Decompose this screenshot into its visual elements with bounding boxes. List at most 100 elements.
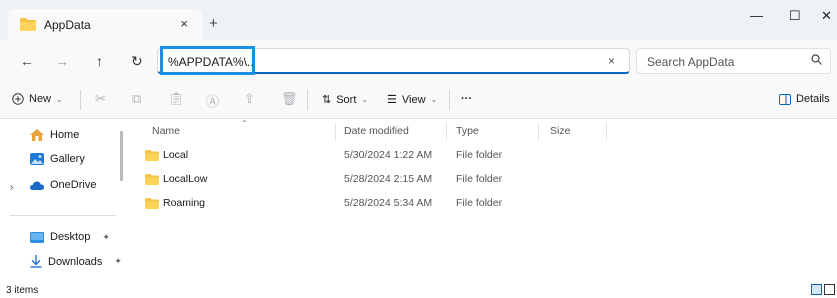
sidebar-item-gallery[interactable]: Gallery: [30, 153, 85, 165]
more-options-button[interactable]: ···: [461, 93, 472, 105]
share-icon[interactable]: ⇪: [244, 91, 255, 107]
column-header-type[interactable]: Type: [456, 125, 479, 137]
sidebar-divider: [10, 215, 116, 216]
cloud-icon: [30, 181, 44, 190]
sidebar-item-label: Home: [50, 129, 80, 141]
address-bar[interactable]: %APPDATA%\.. ×: [157, 46, 630, 75]
address-input[interactable]: %APPDATA%\..: [168, 55, 254, 69]
title-bar: AppData × + — ☐ ✕: [0, 0, 837, 40]
view-lines-icon: ☰: [387, 94, 397, 106]
name-cell: LocalLow: [145, 173, 207, 185]
column-divider[interactable]: [538, 123, 539, 140]
type-cell: File folder: [456, 197, 503, 209]
chevron-down-icon: ⌄: [430, 95, 438, 104]
column-divider[interactable]: [446, 123, 447, 140]
view-button[interactable]: ☰ View ⌄: [387, 93, 438, 107]
toolbar-divider: [449, 90, 450, 110]
sort-label: Sort: [336, 93, 357, 106]
delete-icon[interactable]: 🗑︎: [281, 91, 298, 107]
home-icon: [30, 129, 44, 141]
search-input[interactable]: Search AppData: [647, 55, 734, 69]
desktop-icon: [30, 231, 44, 243]
item-count: 3 items: [6, 285, 39, 296]
column-header-size[interactable]: Size: [550, 125, 570, 137]
up-button[interactable]: ↑: [96, 53, 103, 69]
command-bar: New ⌄ ✂ ⧉ 📋︎ Ⓐ ⇪ 🗑︎ ⇅ Sort ⌄ ☰ View ⌄ ··…: [0, 81, 837, 119]
date-cell: 5/28/2024 5:34 AM: [344, 197, 433, 209]
sidebar-item-onedrive[interactable]: OneDrive: [30, 179, 96, 191]
sidebar-item-label: Desktop: [50, 231, 91, 243]
refresh-button[interactable]: ↻: [131, 53, 143, 70]
folder-icon: [145, 149, 159, 161]
date-cell: 5/28/2024 2:15 AM: [344, 173, 433, 185]
close-window-button[interactable]: ✕: [821, 8, 832, 24]
column-header-date[interactable]: Date modified: [344, 125, 409, 137]
sidebar-item-label: Downloads: [48, 255, 103, 268]
table-row[interactable]: Local 5/30/2024 1:22 AM File folder: [128, 146, 728, 166]
new-tab-button[interactable]: +: [209, 15, 218, 32]
plus-circle-icon: [12, 93, 24, 105]
details-label: Details: [796, 93, 830, 105]
chevron-right-icon[interactable]: ›: [10, 182, 13, 193]
navigation-pane: Home Gallery › OneDrive Desktop ✦ Downlo…: [0, 119, 128, 284]
gallery-icon: [30, 153, 44, 165]
sidebar-item-label: OneDrive: [50, 179, 97, 191]
type-cell: File folder: [456, 173, 503, 185]
sidebar-scrollbar[interactable]: [120, 131, 123, 181]
pin-icon: ✦: [114, 256, 122, 266]
cut-icon[interactable]: ✂: [95, 91, 106, 107]
sidebar-item-label: Gallery: [50, 153, 85, 165]
table-row[interactable]: Roaming 5/28/2024 5:34 AM File folder: [128, 194, 728, 214]
toolbar-divider: [307, 90, 308, 110]
rename-icon[interactable]: Ⓐ: [206, 91, 219, 110]
download-icon: [30, 255, 42, 268]
view-toggle: [811, 284, 835, 295]
search-box[interactable]: Search AppData: [636, 48, 831, 74]
tab-appdata[interactable]: AppData ×: [8, 9, 202, 40]
sidebar-item-home[interactable]: Home: [30, 129, 79, 141]
sort-icon: ⇅: [322, 94, 332, 106]
new-button[interactable]: New ⌄: [12, 93, 63, 105]
search-icon: [811, 54, 822, 65]
sort-button[interactable]: ⇅ Sort ⌄: [322, 93, 369, 107]
folder-icon: [145, 173, 159, 185]
chevron-down-icon: ⌄: [56, 94, 63, 104]
file-name: Roaming: [163, 197, 206, 209]
sidebar-item-downloads[interactable]: Downloads ✦: [30, 255, 122, 268]
tiles-view-icon[interactable]: [824, 284, 835, 295]
maximize-button[interactable]: ☐: [789, 8, 801, 24]
column-header-name[interactable]: Name: [152, 125, 180, 137]
address-row: ← → ↑ ↻ %APPDATA%\.. × Search AppData: [0, 40, 837, 81]
tab-title: AppData: [44, 17, 91, 32]
forward-button[interactable]: →: [55, 53, 69, 69]
copy-icon[interactable]: ⧉: [132, 91, 141, 107]
new-label: New: [29, 93, 52, 105]
close-tab-icon[interactable]: ×: [180, 16, 188, 31]
minimize-button[interactable]: —: [750, 8, 763, 23]
details-button[interactable]: Details: [779, 93, 830, 105]
folder-icon: [20, 18, 36, 31]
pin-icon: ✦: [102, 231, 110, 242]
clear-address-icon[interactable]: ×: [608, 54, 615, 68]
back-button[interactable]: ←: [20, 53, 34, 69]
details-pane-icon: [779, 93, 791, 105]
sidebar-item-desktop[interactable]: Desktop ✦: [30, 231, 110, 243]
status-bar: 3 items: [0, 284, 837, 298]
chevron-down-icon: ⌄: [361, 95, 369, 104]
name-cell: Roaming: [145, 197, 205, 209]
type-cell: File folder: [456, 149, 503, 161]
table-row[interactable]: LocalLow 5/28/2024 2:15 AM File folder: [128, 170, 728, 190]
file-name: Local: [163, 149, 189, 161]
date-cell: 5/30/2024 1:22 AM: [344, 149, 433, 161]
view-label: View: [401, 93, 426, 106]
column-divider[interactable]: [606, 123, 607, 140]
file-list: ⌃ Name Date modified Type Size Local 5/3…: [128, 119, 837, 284]
paste-icon[interactable]: 📋︎: [168, 91, 185, 107]
sort-ascending-icon: ⌃: [241, 119, 248, 128]
details-view-icon[interactable]: [811, 284, 822, 295]
file-name: LocalLow: [163, 173, 208, 185]
toolbar-divider: [80, 90, 81, 110]
folder-icon: [145, 197, 159, 209]
name-cell: Local: [145, 149, 188, 161]
column-divider[interactable]: [335, 123, 336, 140]
